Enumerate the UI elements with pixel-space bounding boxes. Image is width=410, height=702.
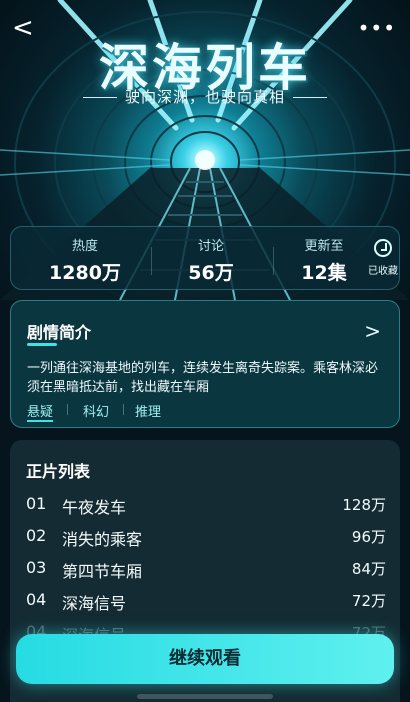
stat-updated-value: 12集 — [301, 262, 347, 284]
favorite-label: 已收藏 — [368, 266, 398, 277]
stat-heat: 热度 1280万 — [33, 235, 137, 285]
episode-views: 96万 — [351, 528, 386, 546]
continue-watching-button[interactable]: 继续观看 — [16, 634, 394, 684]
stat-discuss-label: 讨论 — [197, 239, 224, 254]
synopsis-text: 一列通往深海基地的列车，连续发生离奇失踪案。乘客林深必须在黑暗抵达前，找出藏在车… — [27, 361, 379, 395]
episode-list-title: 正片列表 — [26, 462, 91, 481]
favorite-button[interactable]: 已收藏 — [367, 239, 399, 277]
stat-updated-label: 更新至 — [304, 239, 344, 254]
stat-discuss-value: 56万 — [188, 262, 234, 284]
divider — [273, 247, 274, 275]
episode-row[interactable]: 03 第四节车厢 84万 — [26, 558, 386, 582]
stat-heat-label: 热度 — [71, 239, 98, 254]
episode-views: 72万 — [351, 592, 386, 610]
stat-updated: 更新至 12集 — [279, 235, 369, 285]
episode-views: 84万 — [351, 560, 386, 578]
tag-suspense[interactable]: 悬疑 — [27, 401, 54, 422]
divider — [151, 247, 152, 275]
synopsis-title: 剧情简介 — [27, 323, 92, 342]
tag-scifi[interactable]: 科幻 — [83, 401, 109, 420]
tag-mystery[interactable]: 推理 — [135, 401, 161, 420]
home-indicator — [137, 694, 273, 699]
episode-row[interactable]: 04 深海信号 72万 — [26, 590, 386, 614]
chevron-right-icon[interactable]: > — [364, 319, 381, 343]
favorite-check-icon — [374, 239, 392, 257]
episode-number: 02 — [26, 526, 47, 545]
episode-row[interactable]: 02 消失的乘客 96万 — [26, 526, 386, 550]
episode-number: 04 — [26, 590, 47, 609]
divider — [123, 404, 124, 415]
episode-row[interactable]: 01 午夜发车 128万 — [26, 494, 386, 518]
episode-views: 128万 — [342, 496, 386, 514]
stats-card: 热度 1280万 讨论 56万 更新至 12集 已收藏 — [10, 226, 400, 290]
episode-name: 午夜发车 — [62, 498, 127, 517]
stat-heat-value: 1280万 — [49, 262, 121, 284]
episode-name: 深海信号 — [62, 594, 127, 613]
divider — [67, 404, 68, 415]
synopsis-card: 剧情简介 > 一列通往深海基地的列车，连续发生离奇失踪案。乘客林深必须在黑暗抵达… — [10, 300, 400, 428]
title-underline — [27, 343, 57, 346]
episode-number: 03 — [26, 558, 47, 577]
episode-name: 消失的乘客 — [62, 530, 143, 549]
episode-name: 第四节车厢 — [62, 562, 143, 581]
episode-number: 01 — [26, 494, 47, 513]
stat-discuss: 讨论 56万 — [159, 235, 263, 285]
page-subtitle: 驶向深渊，也驶向真相 — [0, 86, 410, 107]
